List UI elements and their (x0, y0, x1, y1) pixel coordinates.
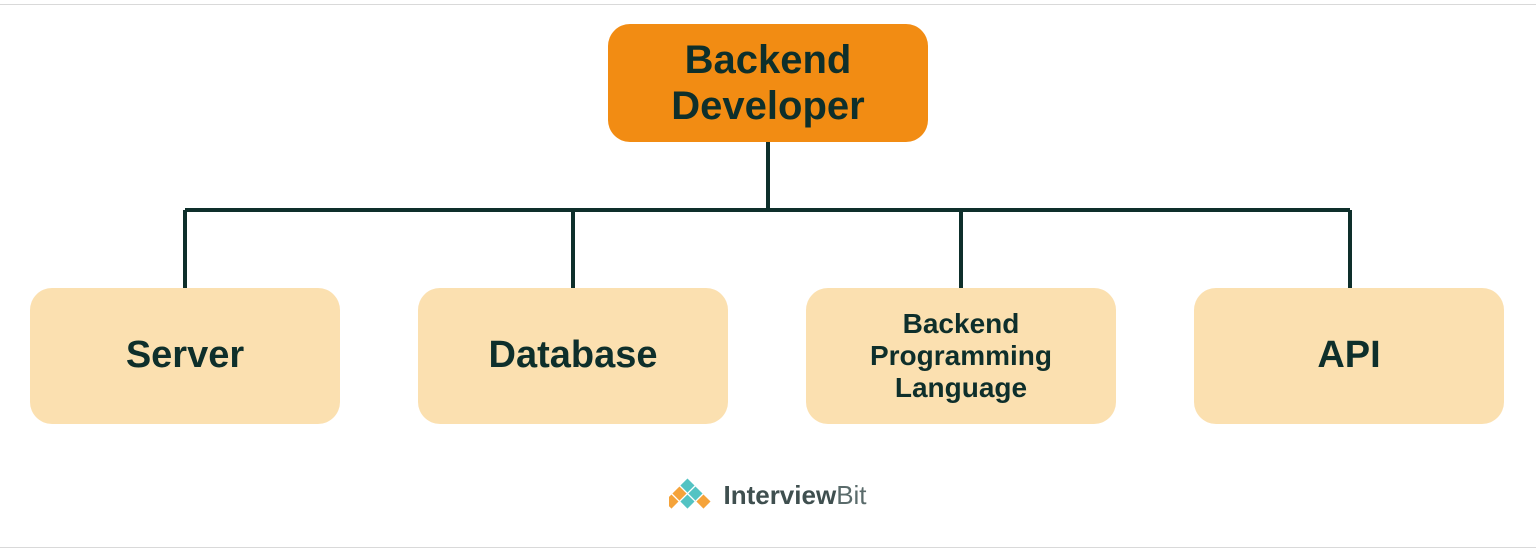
interviewbit-logo-icon (669, 478, 713, 512)
child-node-api: API (1194, 288, 1504, 424)
root-node-label: BackendDeveloper (671, 37, 864, 129)
bottom-divider (0, 547, 1536, 548)
child-node-label: BackendProgrammingLanguage (870, 308, 1052, 405)
footer-brand-light: Bit (836, 480, 866, 510)
child-node-server: Server (30, 288, 340, 424)
footer-brand-text: InterviewBit (723, 480, 866, 511)
child-node-label: Database (489, 334, 658, 378)
root-node-backend-developer: BackendDeveloper (608, 24, 928, 142)
child-node-database: Database (418, 288, 728, 424)
footer-brand: InterviewBit (0, 478, 1536, 512)
diagram-canvas: BackendDeveloper Server Database Backend… (0, 0, 1536, 552)
child-node-backend-programming-language: BackendProgrammingLanguage (806, 288, 1116, 424)
top-divider (0, 4, 1536, 5)
footer-brand-bold: Interview (723, 480, 836, 510)
child-node-label: Server (126, 334, 244, 378)
child-node-label: API (1317, 334, 1380, 378)
